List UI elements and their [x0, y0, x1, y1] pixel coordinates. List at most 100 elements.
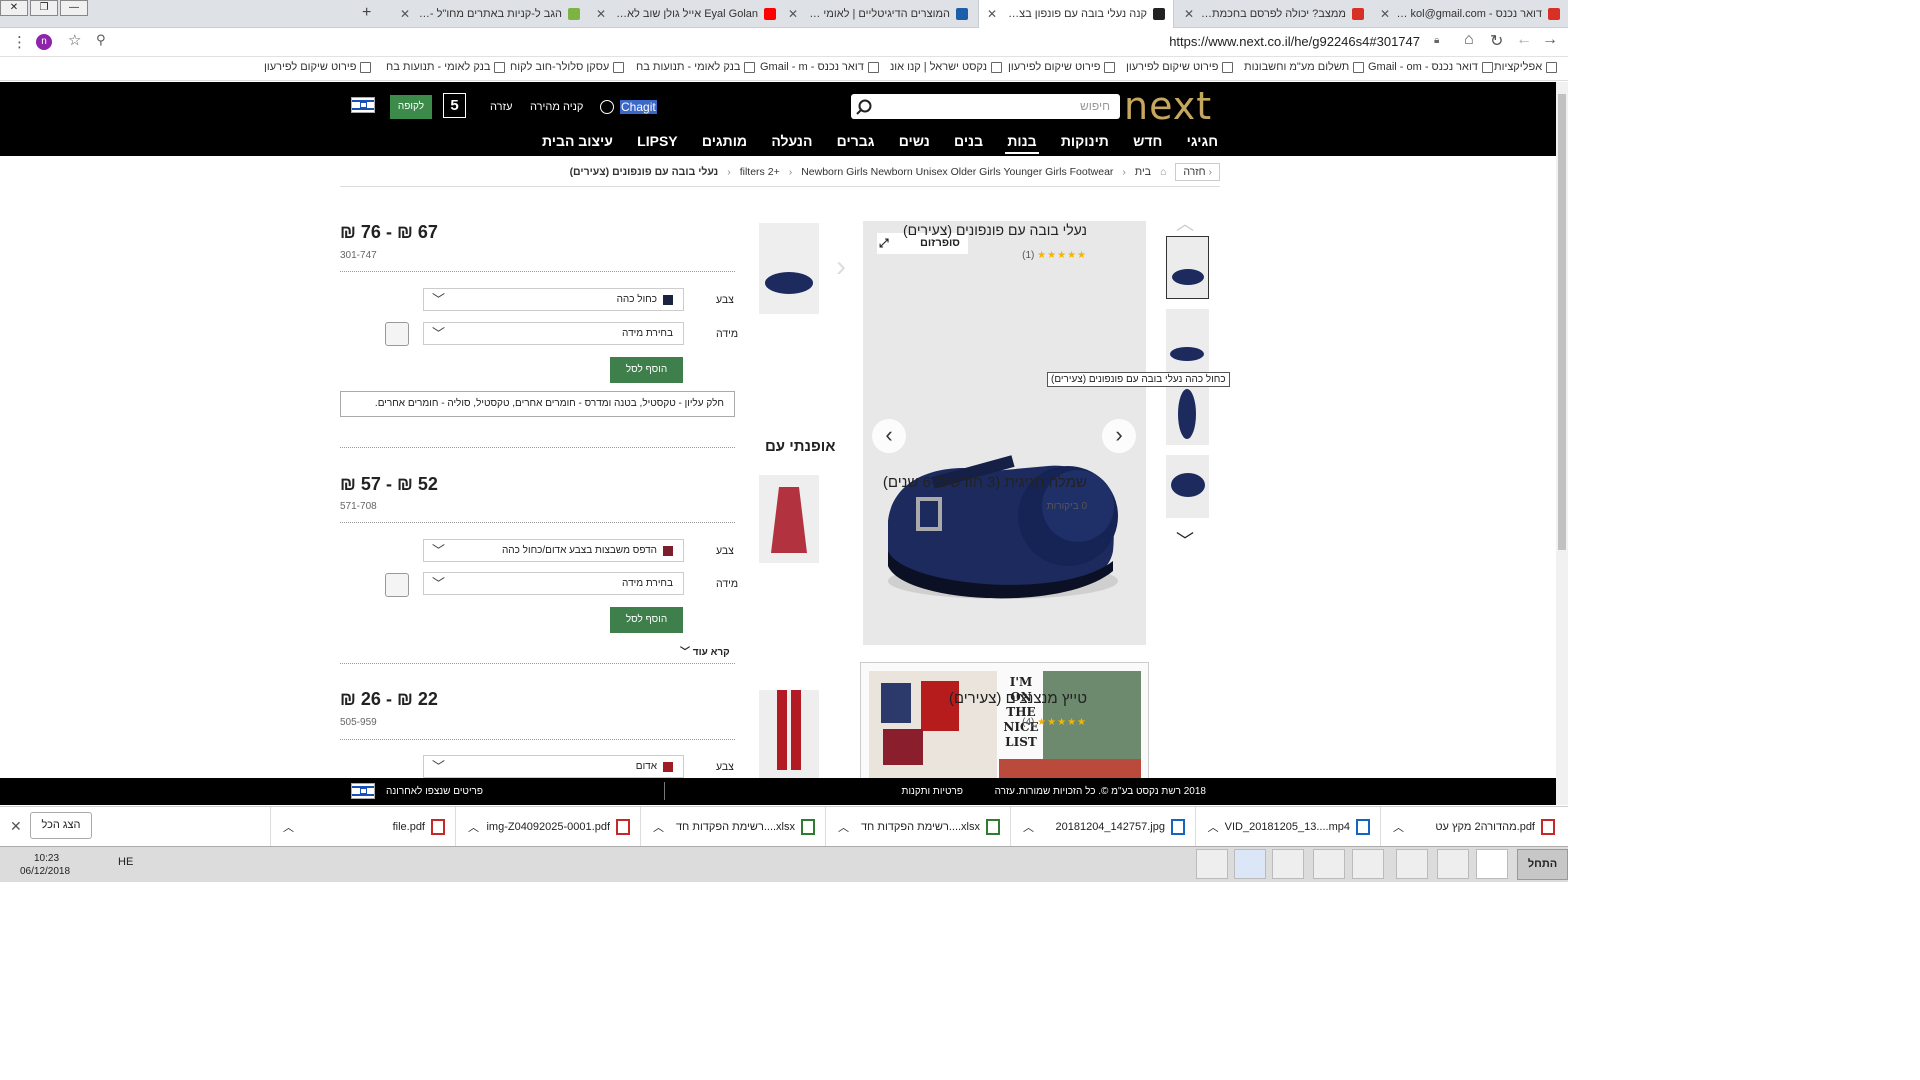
browser-tab[interactable]: המוצרים הדיגיטליים | לאומי עסקים ✕: [780, 0, 976, 28]
product-rating[interactable]: 0 ביקורות: [1047, 501, 1087, 512]
bookmark-item[interactable]: בנק לאומי - תנועות בח: [386, 61, 506, 73]
bookmark-item[interactable]: דואר נכנס - Gmail - om: [1368, 61, 1493, 73]
close-tab-icon[interactable]: ✕: [1380, 7, 1396, 21]
help-link[interactable]: עזרה: [490, 101, 512, 113]
language-indicator[interactable]: HE: [118, 856, 133, 868]
add-to-bag-button[interactable]: הוסף לסל: [610, 607, 683, 633]
color-select[interactable]: אדום ﹀: [423, 755, 684, 778]
media-app-icon[interactable]: [1352, 849, 1384, 879]
read-more-link[interactable]: קרא עוד ﹀: [680, 643, 730, 658]
home-icon[interactable]: ⌂: [1464, 31, 1474, 49]
thumbnail-1[interactable]: [1166, 236, 1209, 299]
outlook-app-icon[interactable]: [1196, 849, 1228, 879]
word-app-icon[interactable]: [1234, 849, 1266, 879]
thumbnail-2[interactable]: [1166, 309, 1209, 372]
color-select[interactable]: הדפס משבצות בצבע אדום/כחול כהה ﹀: [423, 539, 684, 562]
color-select[interactable]: כחול כהה ﹀: [423, 288, 684, 311]
bookmark-item[interactable]: פירוט שיקום לפירעון: [264, 61, 372, 73]
start-button[interactable]: התחל: [1517, 849, 1568, 880]
close-tab-icon[interactable]: ✕: [788, 7, 804, 21]
nav-item[interactable]: הנעלה: [769, 130, 814, 154]
chevron-up-icon[interactable]: ︿: [456, 819, 479, 835]
size-select[interactable]: בחירת מידה ﹀: [423, 322, 684, 345]
browser-tab[interactable]: קנה נעלי בובה עם פונפון בצבע כה ✕: [978, 0, 1174, 28]
explorer-app-icon[interactable]: [1396, 849, 1428, 879]
footer-help-link[interactable]: עזרה: [995, 786, 1015, 797]
chevron-up-icon[interactable]: ︿: [641, 819, 664, 835]
browser-tab[interactable]: הגב ל-קניות באתרים מחו"ל - המל ✕: [392, 0, 588, 28]
add-to-bag-button[interactable]: הוסף לסל: [610, 357, 683, 383]
close-tab-icon[interactable]: ✕: [1184, 7, 1200, 21]
back-icon[interactable]: →: [1542, 31, 1558, 49]
minimize-window-icon[interactable]: —: [60, 0, 88, 16]
chevron-up-icon[interactable]: ︿: [271, 819, 294, 835]
bookmark-item[interactable]: נקסט ישראל | קנו אונ: [890, 61, 1002, 73]
bookmark-item[interactable]: עסקן סלולר-חוב לקוח: [510, 61, 625, 73]
zoom-icon[interactable]: ⚲: [96, 32, 106, 48]
show-all-downloads-button[interactable]: הצג הכל: [30, 812, 92, 839]
product-rating[interactable]: ★★★★★ (4): [1022, 717, 1087, 728]
product-rating[interactable]: ★★★★★ (1): [1022, 250, 1087, 261]
bookmark-item[interactable]: דואר נכנס - Gmail - m: [760, 61, 879, 73]
download-item[interactable]: ︿ רשימת הפקדות חד....xlsx: [640, 807, 825, 847]
nav-item[interactable]: עיצוב הבית: [540, 130, 615, 154]
nav-item[interactable]: גברים: [835, 130, 877, 154]
close-tab-icon[interactable]: ✕: [987, 7, 1003, 21]
page-scrollbar[interactable]: [1556, 82, 1568, 805]
home-icon[interactable]: ⌂: [1160, 166, 1166, 178]
ie-app-icon[interactable]: [1437, 849, 1469, 879]
account-link[interactable]: Chagit: [600, 100, 657, 114]
close-downloads-icon[interactable]: ✕: [10, 818, 22, 835]
nav-item[interactable]: בנות: [1005, 130, 1039, 154]
chevron-up-icon[interactable]: ︿: [1176, 210, 1194, 236]
new-tab-button[interactable]: +: [362, 4, 371, 22]
product-thumb-tights[interactable]: [759, 690, 819, 778]
close-window-icon[interactable]: ✕: [0, 0, 28, 16]
chevron-up-icon[interactable]: ︿: [1196, 819, 1219, 835]
chevron-up-icon[interactable]: ︿: [1381, 819, 1404, 835]
browser-tab[interactable]: Eyal Golan אייל גולן שוב לאהוב ✕: [588, 0, 784, 28]
close-tab-icon[interactable]: ✕: [400, 7, 416, 21]
nav-item[interactable]: נשים: [897, 130, 932, 154]
folder-app-icon[interactable]: [1272, 849, 1304, 879]
israel-flag-icon[interactable]: [351, 97, 375, 113]
profile-avatar[interactable]: n: [36, 34, 52, 50]
shopping-bag-button[interactable]: 5: [443, 93, 466, 118]
thumbnail-3[interactable]: [1166, 382, 1209, 445]
nav-item[interactable]: תינוקות: [1059, 130, 1111, 154]
clock-date[interactable]: 06/12/2018: [20, 866, 70, 877]
menu-dots-icon[interactable]: ⋮: [12, 33, 27, 51]
nav-item[interactable]: חדש: [1131, 130, 1164, 154]
download-item[interactable]: ︿ 20181204_142757.jpg: [1010, 807, 1195, 847]
search-icon[interactable]: [854, 97, 874, 117]
product-thumb-dress[interactable]: [759, 475, 819, 563]
next-image-button[interactable]: ›: [1102, 419, 1136, 453]
download-item[interactable]: ︿ מהדורה2 מקץ עט.pdf: [1380, 807, 1565, 847]
scrollbar-thumb[interactable]: [1558, 94, 1566, 550]
breadcrumb-category[interactable]: Newborn Girls Newborn Unisex Older Girls…: [801, 166, 1113, 178]
download-item[interactable]: ︿ file.pdf: [270, 807, 455, 847]
bookmark-item[interactable]: תשלום מע"מ וחשבונות: [1244, 61, 1365, 73]
restore-window-icon[interactable]: ❐: [30, 0, 58, 16]
search-input[interactable]: חיפוש: [851, 94, 1120, 119]
bookmark-star-icon[interactable]: ☆: [68, 31, 81, 49]
close-tab-icon[interactable]: ✕: [596, 7, 612, 21]
privacy-link[interactable]: פרטיות ותקנות: [902, 786, 963, 797]
reload-icon[interactable]: ↻: [1490, 31, 1503, 51]
back-button[interactable]: ‹ חזרה: [1175, 163, 1220, 181]
bookmark-item[interactable]: אפליקציות: [1494, 61, 1558, 73]
size-select[interactable]: בחירת מידה ﹀: [423, 572, 684, 595]
checkout-button[interactable]: לקופה: [390, 95, 432, 119]
chevron-up-icon[interactable]: ︿: [826, 819, 849, 835]
recently-viewed-link[interactable]: פריטים שנצפו לאחרונה: [386, 786, 483, 797]
browser-tab[interactable]: ממצב? יכולה לפרסם בחכמת נשים ✕: [1176, 0, 1372, 28]
app-icon[interactable]: [1313, 849, 1345, 879]
nav-item[interactable]: חגיגי: [1185, 130, 1220, 154]
thumbnail-4[interactable]: [1166, 455, 1209, 518]
bookmark-item[interactable]: פירוט שיקום לפירעון: [1126, 61, 1234, 73]
chrome-app-icon[interactable]: [1476, 849, 1508, 879]
download-item[interactable]: ︿ רשימת הפקדות חד....xlsx: [825, 807, 1010, 847]
breadcrumb-home[interactable]: בית: [1135, 166, 1151, 178]
chevron-down-icon[interactable]: ﹀: [1176, 527, 1194, 553]
size-guide-icon[interactable]: [385, 322, 409, 346]
